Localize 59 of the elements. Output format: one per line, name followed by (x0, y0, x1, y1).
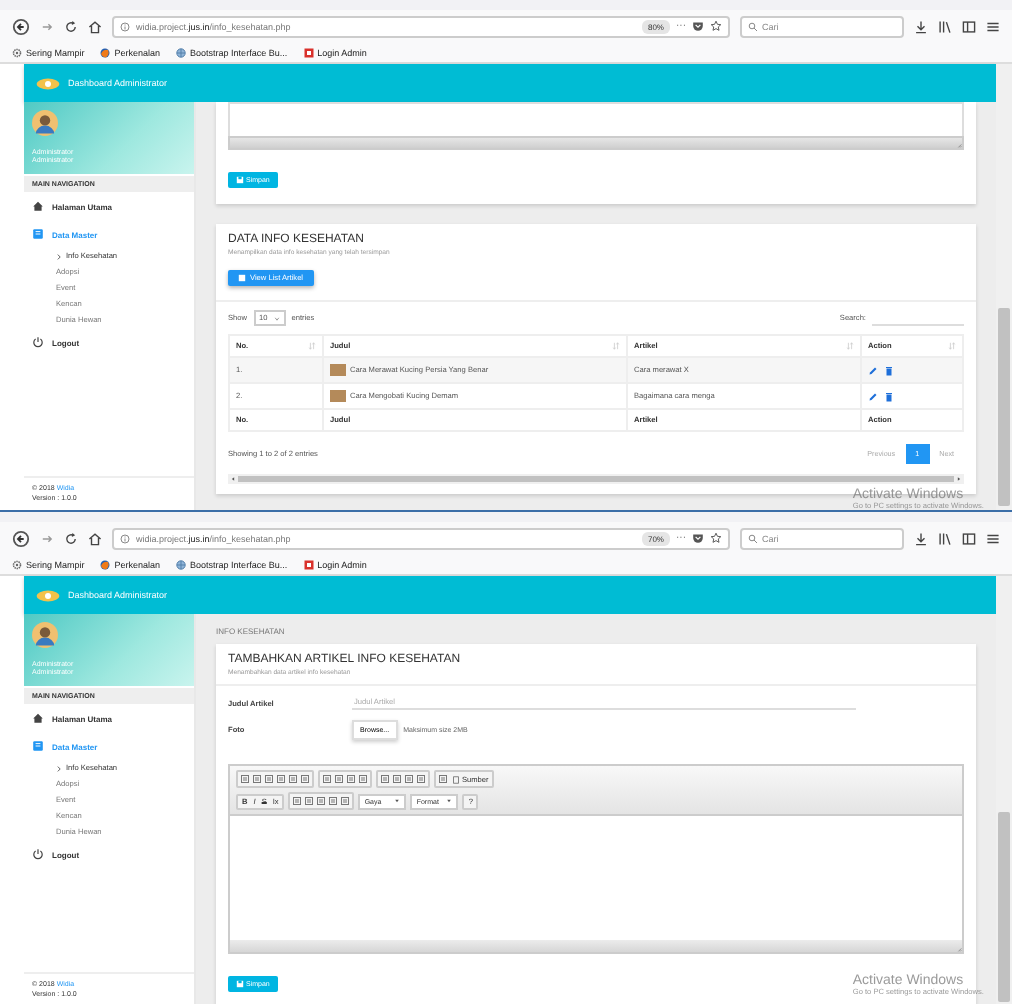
dropdown-icon (394, 797, 401, 803)
vertical-scrollbar[interactable] (996, 576, 1012, 1004)
dropdown-icon (446, 797, 453, 803)
back-arrow-icon[interactable] (12, 17, 30, 35)
search-icon (748, 21, 758, 31)
home-icon[interactable] (88, 19, 102, 33)
power-icon (32, 336, 44, 348)
trash-icon[interactable] (884, 391, 894, 401)
home-icon (32, 712, 44, 724)
info-icon (120, 533, 130, 543)
logo-icon (36, 77, 60, 89)
trash-icon[interactable] (884, 365, 894, 375)
home-icon[interactable] (88, 531, 102, 545)
back-arrow-icon[interactable] (12, 529, 30, 547)
floppy-icon (236, 176, 244, 184)
pocket-icon[interactable] (692, 532, 704, 544)
reload-icon[interactable] (64, 19, 78, 33)
bookmark-page-icon (303, 559, 314, 569)
gear-icon (12, 559, 22, 569)
horizontal-scrollbar[interactable] (228, 474, 964, 484)
resize-grip-icon (956, 142, 962, 148)
globe-icon (176, 559, 187, 569)
book-icon (32, 228, 44, 240)
vertical-scrollbar[interactable] (996, 64, 1012, 510)
fox-globe-icon (100, 559, 111, 569)
download-icon[interactable] (914, 531, 928, 545)
download-icon[interactable] (914, 19, 928, 33)
bookmark-page-icon (303, 47, 314, 57)
dropdown-icon (273, 315, 280, 321)
pencil-icon[interactable] (868, 365, 878, 375)
gear-icon (12, 47, 22, 57)
info-icon (120, 21, 130, 31)
list-icon (238, 274, 246, 282)
library-icon[interactable] (938, 19, 952, 33)
home-icon (32, 200, 44, 212)
sidebar-icon[interactable] (962, 19, 976, 33)
fox-globe-icon (100, 47, 111, 57)
avatar-icon (32, 622, 58, 648)
search-icon (748, 533, 758, 543)
pocket-icon[interactable] (692, 20, 704, 32)
avatar-icon (32, 110, 58, 136)
toolbar-tool-icon (438, 774, 448, 784)
reload-icon[interactable] (64, 531, 78, 545)
scroll-right-icon (956, 476, 962, 482)
power-icon (32, 848, 44, 860)
scroll-left-icon (230, 476, 236, 482)
globe-icon (176, 47, 187, 57)
floppy-icon (236, 980, 244, 988)
book-icon (32, 740, 44, 752)
pencil-icon[interactable] (868, 391, 878, 401)
menu-icon[interactable] (986, 19, 1000, 33)
logo-icon (36, 589, 60, 601)
document-icon (452, 775, 460, 783)
library-icon[interactable] (938, 531, 952, 545)
star-icon[interactable] (710, 20, 722, 32)
resize-grip-icon (956, 946, 962, 952)
sidebar-icon[interactable] (962, 531, 976, 545)
star-icon[interactable] (710, 532, 722, 544)
menu-icon[interactable] (986, 531, 1000, 545)
